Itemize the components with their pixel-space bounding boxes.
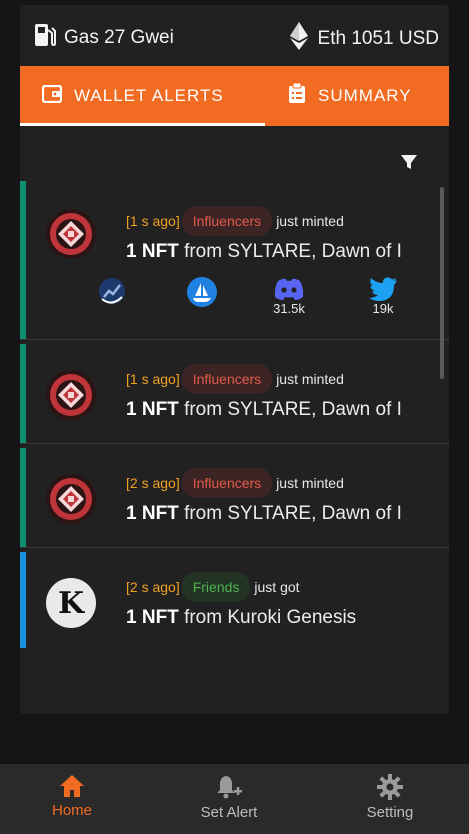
alert-collection: from Kuroki Genesis: [184, 607, 357, 628]
alert-action: just got: [254, 579, 300, 595]
alert-type-bar: [20, 448, 26, 547]
twitter-count: 19k: [372, 301, 394, 316]
home-icon: [60, 775, 84, 797]
bell-plus-icon: [217, 776, 242, 799]
group-badge[interactable]: Influencers: [181, 364, 273, 394]
alert-time: [2 s ago]: [126, 579, 180, 595]
twitter-icon: [369, 277, 397, 301]
collection-links: 31.5k 19k: [20, 277, 449, 317]
tab-wallet-alerts-label: WALLET ALERTS: [74, 86, 224, 105]
group-badge[interactable]: Friends: [181, 572, 251, 602]
alert-action: just minted: [276, 213, 344, 229]
clipboard-icon: [288, 82, 306, 109]
feed-scrollbar[interactable]: [440, 187, 444, 379]
alert-qty: 1 NFT: [126, 503, 179, 524]
eth-label: Eth 1051 USD: [317, 28, 439, 49]
gas-pump-icon: [34, 22, 56, 54]
alert-title[interactable]: 1 NFT from SYLTARE, Dawn of I: [126, 241, 430, 263]
nav-home-label: Home: [51, 802, 92, 819]
alert-collection: from SYLTARE, Dawn of I: [184, 503, 402, 524]
alert-collection: from SYLTARE, Dawn of I: [184, 241, 402, 262]
filter-icon[interactable]: [400, 153, 418, 171]
alert-collection: from SYLTARE, Dawn of I: [184, 399, 402, 420]
alert-meta: [1 s ago] Influencers just minted: [126, 364, 344, 394]
syltare-avatar[interactable]: [46, 209, 96, 259]
alert-title[interactable]: 1 NFT from SYLTARE, Dawn of I: [126, 503, 430, 525]
nav-setting[interactable]: Setting: [330, 774, 450, 821]
syltare-avatar[interactable]: [46, 370, 96, 420]
nav-set-alert-label: Set Alert: [200, 804, 258, 821]
kuroki-logo-letter: K: [57, 585, 85, 621]
alert-type-bar: [20, 552, 26, 648]
alert-time: [1 s ago]: [126, 213, 180, 229]
gear-icon: [377, 774, 403, 800]
discord-icon: [274, 278, 304, 300]
top-bar: Gas 27 Gwei Eth 1051 USD: [20, 5, 449, 66]
alert-action: just minted: [276, 475, 344, 491]
alert-item[interactable]: [1 s ago] Influencers just minted 1 NFT …: [20, 344, 449, 444]
discord-count: 31.5k: [273, 301, 305, 316]
twitter-link[interactable]: 19k: [368, 277, 398, 316]
bottom-nav: Home Set Alert Setting: [0, 764, 469, 834]
opensea-icon: [187, 277, 217, 307]
active-tab-indicator: [20, 123, 265, 126]
alert-title[interactable]: 1 NFT from SYLTARE, Dawn of I: [126, 399, 430, 421]
alert-qty: 1 NFT: [126, 241, 179, 262]
gas-label: Gas 27 Gwei: [64, 27, 174, 48]
tab-wallet-alerts[interactable]: WALLET ALERTS: [41, 66, 224, 126]
wallet-icon: [41, 84, 63, 108]
discord-link[interactable]: 31.5k: [273, 277, 305, 316]
alert-item[interactable]: [2 s ago] Influencers just minted 1 NFT …: [20, 448, 449, 548]
eth-price: Eth 1051 USD: [289, 22, 439, 56]
alert-meta: [2 s ago] Influencers just minted: [126, 468, 344, 498]
tab-summary[interactable]: SUMMARY: [288, 66, 412, 126]
ethereum-icon: [289, 22, 308, 56]
chart-icon: [99, 278, 125, 304]
alert-time: [2 s ago]: [126, 475, 180, 491]
nav-home[interactable]: Home: [12, 774, 132, 819]
gas-price: Gas 27 Gwei: [34, 22, 174, 54]
alert-action: just minted: [276, 371, 344, 387]
group-badge[interactable]: Influencers: [181, 206, 273, 236]
alert-type-bar: [20, 344, 26, 443]
group-badge[interactable]: Influencers: [181, 468, 273, 498]
alert-item[interactable]: K [2 s ago] Friends just got 1 NFT from …: [20, 552, 449, 648]
tab-bar: WALLET ALERTS SUMMARY: [20, 66, 449, 126]
syltare-avatar[interactable]: [46, 474, 96, 524]
alert-time: [1 s ago]: [126, 371, 180, 387]
alert-meta: [2 s ago] Friends just got: [126, 572, 300, 602]
alert-item[interactable]: [1 s ago] Influencers just minted 1 NFT …: [20, 181, 449, 340]
alert-title[interactable]: 1 NFT from Kuroki Genesis: [126, 607, 430, 629]
chart-link[interactable]: [96, 277, 128, 305]
alert-qty: 1 NFT: [126, 399, 179, 420]
kuroki-avatar[interactable]: K: [46, 578, 96, 628]
tab-summary-label: SUMMARY: [318, 86, 412, 105]
main-card: Gas 27 Gwei Eth 1051 USD WALLET ALERTS S…: [20, 5, 449, 714]
alert-meta: [1 s ago] Influencers just minted: [126, 206, 344, 236]
opensea-link[interactable]: [187, 277, 217, 307]
nav-set-alert[interactable]: Set Alert: [169, 774, 289, 821]
alert-qty: 1 NFT: [126, 607, 179, 628]
nav-setting-label: Setting: [366, 804, 414, 821]
